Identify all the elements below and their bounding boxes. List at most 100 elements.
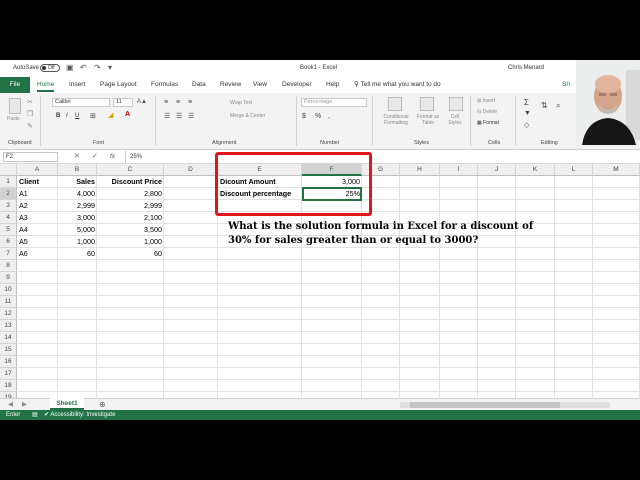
row-header-10[interactable]: 10	[0, 284, 17, 296]
column-header-l[interactable]: L	[555, 164, 593, 176]
cut-icon[interactable]: ✂	[27, 98, 33, 106]
paste-icon[interactable]	[9, 98, 21, 114]
delete-cells-button[interactable]: ⊟ Delete	[477, 109, 497, 115]
row-header-3[interactable]: 3	[0, 200, 17, 212]
conditional-formatting-icon[interactable]	[388, 97, 402, 111]
header-discount-price[interactable]: Discount Price	[97, 176, 164, 188]
cell-discount-price[interactable]: 2,800	[97, 188, 164, 200]
column-header-d[interactable]: D	[164, 164, 218, 176]
autosum-icon[interactable]: Σ	[524, 98, 529, 107]
tell-me-search[interactable]: ⚲ Tell me what you want to do	[354, 77, 441, 93]
tab-formulas[interactable]: Formulas	[151, 77, 178, 93]
cell-client[interactable]: A2	[17, 200, 58, 212]
cell-discount-price[interactable]: 2,100	[97, 212, 164, 224]
italic-button[interactable]: I	[66, 113, 68, 119]
merge-center-button[interactable]: Merge & Center	[230, 113, 265, 119]
cell-sales[interactable]: 5,000	[58, 224, 97, 236]
column-header-a[interactable]: A	[17, 164, 58, 176]
tab-data[interactable]: Data	[192, 77, 206, 93]
cell-discount-price[interactable]: 2,999	[97, 200, 164, 212]
paste-label[interactable]: Paste	[7, 116, 20, 122]
percent-button[interactable]: %	[315, 113, 321, 120]
row-header-13[interactable]: 13	[0, 320, 17, 332]
next-sheet-icon[interactable]: ▶	[22, 399, 27, 410]
row-header-6[interactable]: 6	[0, 236, 17, 248]
header-client[interactable]: Client	[17, 176, 58, 188]
format-painter-icon[interactable]: ✎	[27, 122, 33, 130]
column-header-c[interactable]: C	[97, 164, 164, 176]
bold-button[interactable]: B	[56, 113, 60, 119]
cell-sales[interactable]: 4,000	[58, 188, 97, 200]
cell-sales[interactable]: 60	[58, 248, 97, 260]
row-header-5[interactable]: 5	[0, 224, 17, 236]
tab-insert[interactable]: Insert	[69, 77, 85, 93]
tab-home[interactable]: Home	[37, 77, 55, 93]
macro-record-icon[interactable]: ▤	[32, 410, 38, 420]
format-as-table-button[interactable]: Format as Table	[415, 114, 441, 126]
align-top-icon[interactable]: ≡	[164, 99, 168, 106]
cell-discount-price[interactable]: 60	[97, 248, 164, 260]
tab-review[interactable]: Review	[220, 77, 241, 93]
column-header-j[interactable]: J	[478, 164, 516, 176]
font-color-icon[interactable]: A	[125, 111, 130, 118]
header-sales[interactable]: Sales	[58, 176, 97, 188]
enter-icon[interactable]: ✓	[92, 152, 98, 162]
column-header-m[interactable]: M	[593, 164, 640, 176]
autosave-toggle[interactable]: Off	[40, 64, 60, 72]
clear-icon[interactable]: ◇	[524, 121, 529, 129]
cell-client[interactable]: A5	[17, 236, 58, 248]
discount-percentage-label[interactable]: Discount percentage	[218, 188, 304, 200]
insert-cells-button[interactable]: ⊞ Insert	[477, 98, 495, 104]
tab-developer[interactable]: Developer	[282, 77, 312, 93]
undo-icon[interactable]: ↶	[80, 63, 87, 72]
comma-button[interactable]: ,	[328, 113, 330, 120]
font-family-select[interactable]: Calibri	[52, 98, 110, 107]
formula-input[interactable]	[125, 151, 637, 163]
cell-sales[interactable]: 3,000	[58, 212, 97, 224]
cell-styles-button[interactable]: Cell Styles	[444, 114, 466, 126]
row-header-15[interactable]: 15	[0, 344, 17, 356]
name-box[interactable]: F2	[3, 152, 58, 162]
row-header-17[interactable]: 17	[0, 368, 17, 380]
customize-qat-icon[interactable]: ▾	[108, 63, 112, 72]
column-header-k[interactable]: K	[516, 164, 555, 176]
column-header-h[interactable]: H	[400, 164, 440, 176]
fill-color-icon[interactable]: ◢	[108, 111, 113, 119]
row-header-4[interactable]: 4	[0, 212, 17, 224]
cell-styles-icon[interactable]	[449, 97, 463, 111]
number-format-select[interactable]: Percentage	[301, 98, 367, 107]
row-header-9[interactable]: 9	[0, 272, 17, 284]
font-size-select[interactable]: 11	[113, 98, 133, 107]
column-header-i[interactable]: I	[440, 164, 478, 176]
row-header-14[interactable]: 14	[0, 332, 17, 344]
accessibility-status[interactable]: ✔ Accessibility: Investigate	[44, 410, 115, 420]
select-all-corner[interactable]	[0, 164, 17, 176]
align-right-icon[interactable]: ☰	[188, 112, 194, 120]
row-header-8[interactable]: 8	[0, 260, 17, 272]
cell-client[interactable]: A6	[17, 248, 58, 260]
align-center-icon[interactable]: ☰	[176, 112, 182, 120]
column-header-e[interactable]: E	[218, 164, 302, 176]
align-middle-icon[interactable]: ≡	[176, 99, 180, 106]
currency-icon[interactable]: $	[302, 113, 306, 120]
cell-sales[interactable]: 2,999	[58, 200, 97, 212]
redo-icon[interactable]: ↷	[94, 63, 101, 72]
grow-font-icon[interactable]: A▲	[137, 99, 147, 105]
add-sheet-icon[interactable]: ⊕	[99, 399, 106, 410]
worksheet-grid[interactable]: ABCDEFGHIJKLM 1 2 3 4 5 6 7 8 9 10 11 12 13 14 15 16 17 1…	[0, 164, 640, 398]
cancel-icon[interactable]: ✕	[74, 152, 80, 162]
save-icon[interactable]: ▣	[66, 63, 74, 72]
cell-client[interactable]: A3	[17, 212, 58, 224]
format-cells-button[interactable]: ▦ Format	[477, 120, 499, 126]
row-header-11[interactable]: 11	[0, 296, 17, 308]
tab-page-layout[interactable]: Page Layout	[100, 77, 137, 93]
conditional-formatting-button[interactable]: Conditional Formatting	[380, 114, 412, 126]
row-header-18[interactable]: 18	[0, 380, 17, 392]
column-header-b[interactable]: B	[58, 164, 97, 176]
cell-discount-price[interactable]: 3,500	[97, 224, 164, 236]
row-header-2[interactable]: 2	[0, 188, 17, 200]
tab-file[interactable]: File	[0, 77, 30, 93]
underline-button[interactable]: U	[75, 113, 79, 119]
row-header-7[interactable]: 7	[0, 248, 17, 260]
prev-sheet-icon[interactable]: ◀	[8, 399, 13, 410]
